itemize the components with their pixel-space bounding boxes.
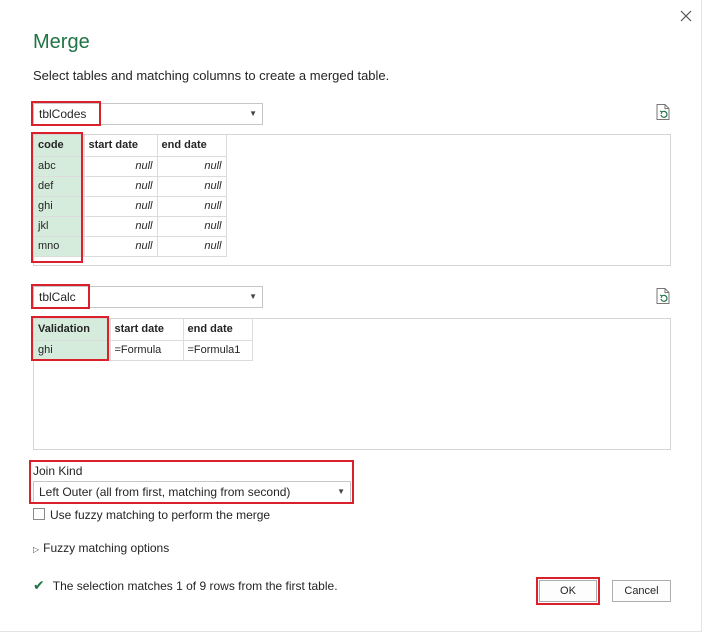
table-cell: ghi	[34, 340, 111, 361]
column-header-validation[interactable]: Validation	[34, 319, 111, 341]
header-row: Validation start date end date	[34, 319, 253, 341]
table-cell: abc	[34, 156, 85, 177]
table-cell: null	[157, 236, 227, 257]
table-cell: null	[84, 156, 158, 177]
table-cell: null	[84, 176, 158, 197]
table-cell: =Formula1	[183, 340, 253, 361]
table-cell: null	[84, 196, 158, 217]
table-cell: =Formula	[110, 340, 184, 361]
refresh-document-icon[interactable]	[656, 288, 670, 304]
column-header-end-date[interactable]: end date	[183, 319, 253, 341]
fuzzy-options-label: Fuzzy matching options	[43, 541, 170, 555]
chevron-down-icon: ▼	[249, 292, 257, 301]
table-row: ghi =Formula =Formula1	[34, 340, 253, 361]
table-cell: null	[84, 236, 158, 257]
column-header-start-date[interactable]: start date	[84, 135, 158, 157]
table-cell: ghi	[34, 196, 85, 217]
table-cell: null	[157, 176, 227, 197]
cancel-button[interactable]: Cancel	[612, 580, 671, 602]
fuzzy-options-expander[interactable]: ▷ Fuzzy matching options	[33, 541, 169, 555]
table-cell: null	[157, 196, 227, 217]
fuzzy-matching-label[interactable]: Use fuzzy matching to perform the merge	[50, 508, 270, 522]
second-table-grid: Validation start date end date ghi =Form…	[34, 319, 253, 361]
column-header-start-date[interactable]: start date	[110, 319, 184, 341]
table-cell: def	[34, 176, 85, 197]
table-row: abc null null	[34, 156, 227, 177]
checkmark-icon: ✔	[33, 577, 45, 593]
table-row: ghi null null	[34, 196, 227, 217]
first-table-preview: code start date end date abc null null d…	[33, 134, 671, 266]
triangle-right-icon: ▷	[33, 545, 40, 554]
chevron-down-icon: ▼	[249, 109, 257, 118]
table-row: def null null	[34, 176, 227, 197]
second-table-preview: Validation start date end date ghi =Form…	[33, 318, 671, 450]
join-kind-select[interactable]: Left Outer (all from first, matching fro…	[33, 481, 351, 503]
ok-button[interactable]: OK	[539, 580, 597, 602]
second-table-select[interactable]: tblCalc ▼	[33, 286, 263, 308]
match-status-text: The selection matches 1 of 9 rows from t…	[52, 579, 338, 593]
dialog-title: Merge	[33, 31, 90, 53]
column-header-end-date[interactable]: end date	[157, 135, 227, 157]
table-cell: null	[157, 156, 227, 177]
table-cell: mno	[34, 236, 85, 257]
table-row: jkl null null	[34, 216, 227, 237]
dialog-subtitle: Select tables and matching columns to cr…	[33, 68, 390, 83]
first-table-grid: code start date end date abc null null d…	[34, 135, 227, 257]
table-cell: null	[157, 216, 227, 237]
second-table-select-value: tblCalc	[39, 290, 76, 304]
column-header-code[interactable]: code	[34, 135, 85, 157]
header-row: code start date end date	[34, 135, 227, 157]
first-table-select-value: tblCodes	[39, 107, 87, 121]
join-kind-select-value: Left Outer (all from first, matching fro…	[39, 485, 291, 499]
close-icon[interactable]	[676, 6, 696, 26]
match-status: ✔ The selection matches 1 of 9 rows from …	[33, 577, 338, 594]
join-kind-label: Join Kind	[33, 464, 83, 478]
table-cell: null	[84, 216, 158, 237]
refresh-document-icon[interactable]	[656, 104, 670, 120]
merge-dialog: Merge Select tables and matching columns…	[0, 0, 702, 632]
first-table-select[interactable]: tblCodes ▼	[33, 103, 263, 125]
table-cell: jkl	[34, 216, 85, 237]
chevron-down-icon: ▼	[337, 487, 345, 496]
fuzzy-matching-checkbox[interactable]	[33, 508, 45, 520]
table-row: mno null null	[34, 236, 227, 257]
